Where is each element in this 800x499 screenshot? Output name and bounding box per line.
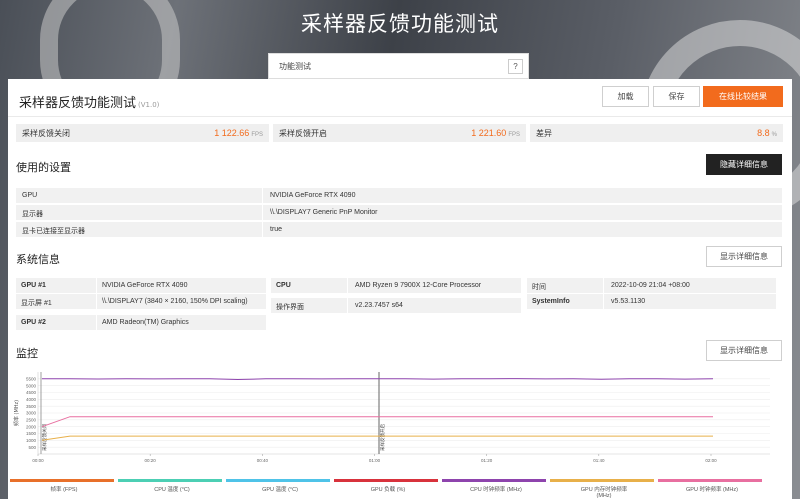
score-label: 采样反馈开启 [279,128,327,138]
result-title: 采样器反馈功能测试 (V1.0) [19,92,159,111]
score-value: 8.8 [757,128,770,138]
legend-label[interactable]: GPU 内存时钟频率 (MHz) [574,485,634,499]
score-label: 差异 [536,128,552,138]
cpu-cell: CPU AMD Ryzen 9 7900X 12-Core Processor [271,278,521,293]
series-line [41,378,714,381]
info-key: GPU #1 [21,282,46,289]
marker-label-on: 采样反馈开启 [379,424,386,451]
display1-cell: 显示屏 #1 \\.\DISPLAY7 (3840 × 2160, 150% D… [16,294,266,309]
x-tick-label: 00:20 [145,458,157,463]
marker-label-off: 采样反馈关闭 [41,424,48,451]
legend-swatch [226,479,330,482]
y-tick-label: 5000 [26,383,37,388]
y-tick-label: 2500 [26,417,37,422]
score-off: 采样反馈关闭 1 122.66 FPS [16,124,269,142]
info-key: 操作界面 [276,304,304,311]
info-key: 时间 [532,284,546,291]
score-value: 1 221.60 [471,128,507,138]
legend-swatch [118,479,222,482]
show-details-button[interactable]: 显示详细信息 [706,246,782,267]
settings-row: 显卡已连接至显示器 true [16,222,782,237]
y-tick-label: 3500 [26,404,37,409]
score-on: 采样反馈开启 1 221.60 FPS [273,124,526,142]
y-tick-label: 3000 [26,411,37,416]
page-title: 采样器反馈功能测试 [301,12,499,36]
settings-key: GPU [22,192,38,199]
score-unit: FPS [251,132,263,138]
legend-label[interactable]: CPU 温度 (°C) [142,485,202,493]
monitor-chart: 5500 5000 4500 4000 3500 3000 2500 2000 1500 1000… [8,366,792,499]
x-tick-label: 01:00 [369,458,381,463]
legend-swatch [658,479,762,482]
hide-details-button[interactable]: 隐藏详细信息 [706,154,782,175]
settings-value: \\.\DISPLAY7 Generic PnP Monitor [270,209,378,216]
y-tick-label: 1000 [26,438,37,443]
show-details-button[interactable]: 显示详细信息 [706,340,782,361]
x-tick-label: 01:20 [481,458,493,463]
save-button[interactable]: 保存 [653,86,700,107]
score-unit: FPS [508,132,520,138]
monitor-title: 监控 [16,347,38,360]
legend-label[interactable]: GPU 负载 (%) [358,485,418,493]
settings-value: NVIDIA GeForce RTX 4090 [270,192,356,199]
load-button[interactable]: 加载 [602,86,649,107]
legend-label[interactable]: GPU 时钟频率 (MHz) [682,485,742,493]
info-key: SystemInfo [532,298,570,305]
x-tick-label: 01:40 [593,458,605,463]
y-tick-label: 5500 [26,376,37,381]
info-value: AMD Ryzen 9 7900X 12-Core Processor [355,282,482,289]
result-header: 采样器反馈功能测试 (V1.0) 加载 保存 在线比较结果 [8,79,792,117]
tab-label: 功能测试 [279,61,311,71]
settings-row: GPU NVIDIA GeForce RTX 4090 [16,188,782,203]
info-key: GPU #2 [21,319,46,326]
help-icon[interactable]: ? [508,59,523,74]
x-tick-label: 00:00 [32,458,44,463]
gpu1-cell: GPU #1 NVIDIA GeForce RTX 4090 [16,278,266,293]
info-key: CPU [276,282,291,289]
score-value: 1 122.66 [214,128,250,138]
y-axis-label: 频率 (MHz) [13,400,20,426]
legend-swatch [442,479,546,482]
score-difference: 差异 8.8% [530,124,783,142]
legend-label[interactable]: 帧率 (FPS) [34,485,94,493]
y-tick-label: 4000 [26,397,37,402]
legend-label[interactable]: GPU 温度 (°C) [250,485,310,493]
settings-row: 显示器 \\.\DISPLAY7 Generic PnP Monitor [16,205,782,220]
info-key: 显示屏 #1 [21,300,52,307]
info-value: AMD Radeon(TM) Graphics [102,319,189,326]
settings-title: 使用的设置 [16,161,71,174]
settings-value: true [270,226,283,233]
settings-key: 显示器 [22,211,43,218]
legend-swatch [334,479,438,482]
os-cell: 操作界面 v2.23.7457 s64 [271,298,521,313]
time-cell: 时间 2022-10-09 21:04 +08:00 [527,278,776,293]
version-label: (V1.0) [138,101,160,109]
x-tick-label: 00:40 [257,458,269,463]
info-value: NVIDIA GeForce RTX 4090 [102,282,188,289]
info-value: v5.53.1130 [611,298,646,305]
y-tick-label: 4500 [26,390,37,395]
y-tick-label: 1500 [26,431,37,436]
result-panel: 采样器反馈功能测试 (V1.0) 加载 保存 在线比较结果 采样反馈关闭 1 12… [8,79,792,499]
legend-swatch [10,479,114,482]
series-line [41,435,713,441]
score-unit: % [771,132,777,138]
result-title-text: 采样器反馈功能测试 [19,96,137,111]
info-value: 2022-10-09 21:04 +08:00 [611,282,690,289]
legend-label[interactable]: CPU 时钟频率 (MHz) [466,485,526,493]
y-tick-label: 2000 [26,424,37,429]
y-tick-label: 500 [28,445,36,450]
settings-key: 显卡已连接至显示器 [22,228,85,235]
compare-online-button[interactable]: 在线比较结果 [703,86,783,107]
info-value: v2.23.7457 s64 [355,302,403,309]
system-info-title: 系统信息 [16,253,60,266]
info-value: \\.\DISPLAY7 (3840 × 2160, 150% DPI scal… [102,298,248,305]
systeminfo-cell: SystemInfo v5.53.1130 [527,294,776,309]
legend-swatch [550,479,654,482]
series-line [41,416,713,428]
score-label: 采样反馈关闭 [22,128,70,138]
gpu2-cell: GPU #2 AMD Radeon(TM) Graphics [16,315,266,330]
tab-functional-test[interactable]: 功能测试 ? [268,53,529,79]
x-tick-label: 02:00 [705,458,717,463]
